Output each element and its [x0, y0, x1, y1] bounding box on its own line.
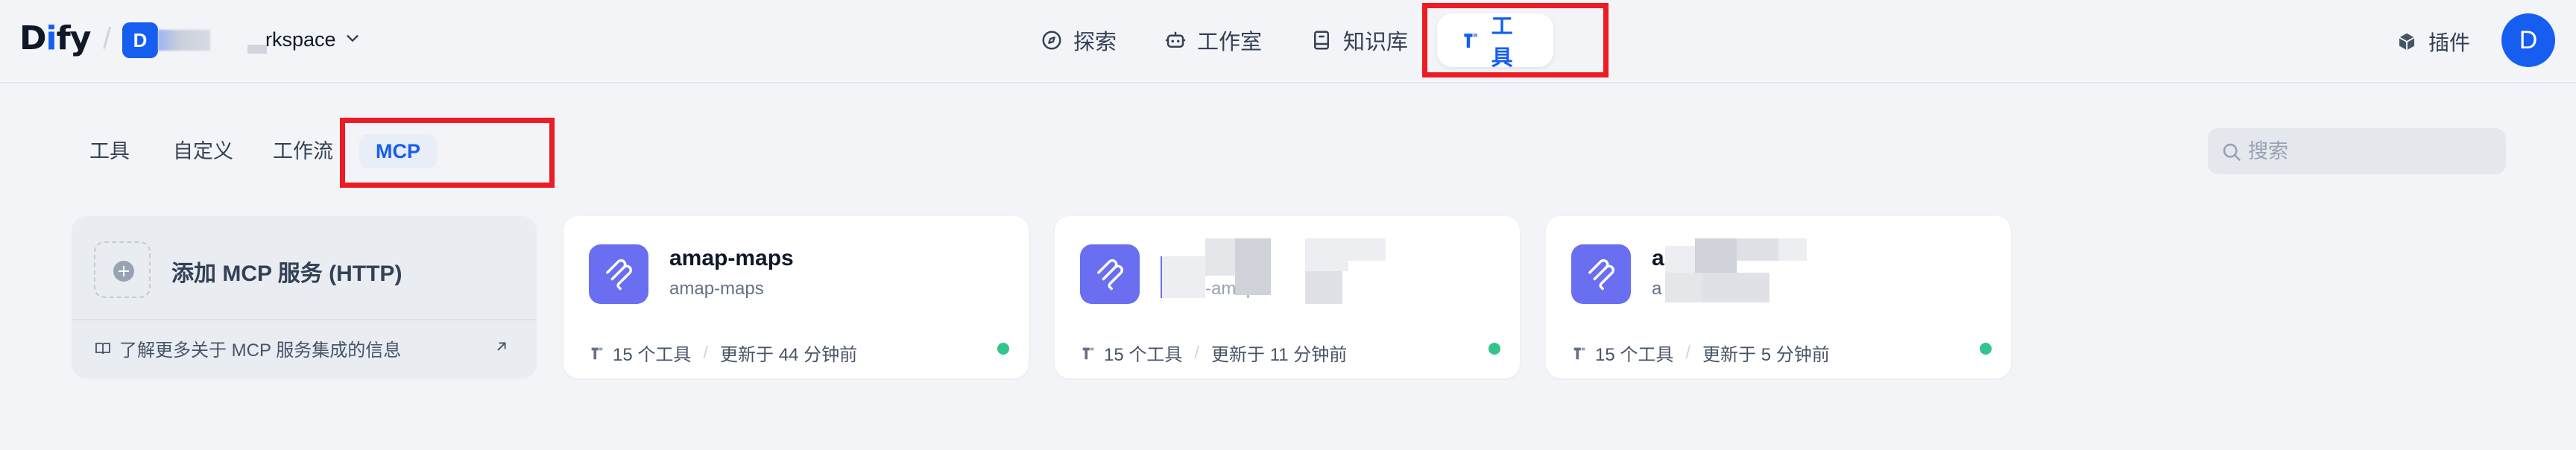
updated-time: 更新于 11 分钟前	[1211, 345, 1348, 365]
card-meta: 15 个工具 / 更新于 5 分钟前	[1571, 340, 1830, 366]
search-icon	[2223, 143, 2241, 161]
subtab-workflow[interactable]: 工作流	[273, 134, 333, 168]
nav-studio-label: 工作室	[1197, 31, 1263, 54]
redacted-block	[1665, 273, 1702, 302]
nav-studio[interactable]: 工作室	[1164, 13, 1262, 67]
card-subtitle: amap-maps	[669, 279, 764, 299]
add-mcp-card[interactable]: 添加 MCP 服务 (HTTP) 了解更多关于 MCP 服务集成的信息	[72, 216, 537, 378]
card-title: amap-maps	[669, 246, 794, 270]
mcp-logo-icon	[1080, 244, 1140, 304]
annotation-highlight-mcp	[340, 118, 555, 188]
cube-icon	[2399, 33, 2415, 51]
redacted-block	[1778, 238, 1807, 261]
learn-more-link[interactable]: 了解更多关于 MCP 服务集成的信息	[94, 335, 401, 361]
tool-icon	[591, 347, 603, 359]
chevron-down-icon[interactable]	[344, 30, 361, 46]
arrow-up-right-icon[interactable]	[493, 338, 510, 355]
tool-count: 15 个工具	[613, 345, 692, 365]
status-indicator	[1489, 343, 1500, 355]
updated-time: 更新于 44 分钟前	[720, 345, 858, 365]
subtab-builtin[interactable]: 工具	[89, 134, 130, 168]
nav-knowledge-label: 知识库	[1343, 31, 1409, 54]
add-icon	[94, 241, 151, 298]
redacted-block	[1305, 238, 1348, 271]
subtab-custom[interactable]: 自定义	[173, 134, 233, 168]
mcp-server-card[interactable]: amap-amap 15 个工具 / 更新于 11 分钟前	[1055, 216, 1520, 378]
mcp-server-card[interactable]: a a 15 个工具 / 更新于 5 分钟前	[1546, 216, 2011, 378]
book-icon	[1314, 31, 1329, 50]
redacted-workspace-name	[158, 30, 210, 51]
tool-count: 15 个工具	[1104, 345, 1183, 365]
redacted-block	[1695, 238, 1737, 273]
annotation-highlight-tools	[1422, 3, 1609, 77]
redacted-block	[1162, 256, 1205, 298]
top-header: Dify / D rkspace 探索 工作室 知识库 工具 插件 D	[0, 0, 2576, 83]
status-indicator	[997, 343, 1009, 355]
status-indicator	[1980, 343, 1992, 355]
search-input[interactable]: 搜索	[2208, 128, 2506, 174]
card-subtitle: a	[1652, 279, 1662, 299]
mcp-server-card[interactable]: amap-maps amap-maps 15 个工具 / 更新于 44 分钟前	[564, 216, 1029, 378]
redacted-block	[1235, 238, 1271, 295]
dify-logo[interactable]: Dify	[19, 19, 91, 57]
breadcrumb-separator: /	[103, 22, 112, 55]
meta-separator: /	[1685, 342, 1691, 363]
card-title: a	[1652, 246, 1664, 270]
redacted-block	[1348, 238, 1386, 261]
redacted-workspace-name	[247, 45, 267, 54]
mcp-logo-icon	[1571, 244, 1631, 304]
meta-separator: /	[703, 342, 709, 363]
plugins-button[interactable]: 插件	[2396, 27, 2470, 57]
tool-icon	[1082, 347, 1094, 359]
nav-explore-label: 探索	[1073, 31, 1117, 54]
meta-separator: /	[1194, 342, 1200, 363]
nav-explore[interactable]: 探索	[1041, 13, 1117, 67]
plugins-label: 插件	[2428, 31, 2471, 54]
tool-count: 15 个工具	[1595, 345, 1674, 365]
card-meta: 15 个工具 / 更新于 44 分钟前	[589, 340, 857, 366]
compass-icon	[1042, 31, 1061, 50]
nav-knowledge[interactable]: 知识库	[1310, 13, 1408, 67]
tool-icon	[1573, 347, 1585, 359]
divider	[72, 319, 537, 320]
book-open-icon	[95, 342, 110, 354]
workspace-avatar[interactable]: D	[122, 22, 158, 58]
plus-icon	[113, 261, 134, 282]
card-meta: 15 个工具 / 更新于 11 分钟前	[1080, 340, 1347, 366]
redacted-block	[1305, 271, 1342, 304]
redacted-block	[1702, 273, 1770, 302]
robot-icon	[1165, 31, 1186, 48]
workspace-name[interactable]: rkspace	[265, 28, 336, 51]
updated-time: 更新于 5 分钟前	[1702, 345, 1830, 365]
search-placeholder: 搜索	[2248, 140, 2288, 162]
learn-more-label: 了解更多关于 MCP 服务集成的信息	[119, 340, 402, 361]
add-mcp-title: 添加 MCP 服务 (HTTP)	[171, 262, 402, 286]
redacted-block	[1737, 238, 1778, 261]
mcp-logo-icon	[589, 244, 648, 304]
user-avatar[interactable]: D	[2501, 13, 2555, 67]
